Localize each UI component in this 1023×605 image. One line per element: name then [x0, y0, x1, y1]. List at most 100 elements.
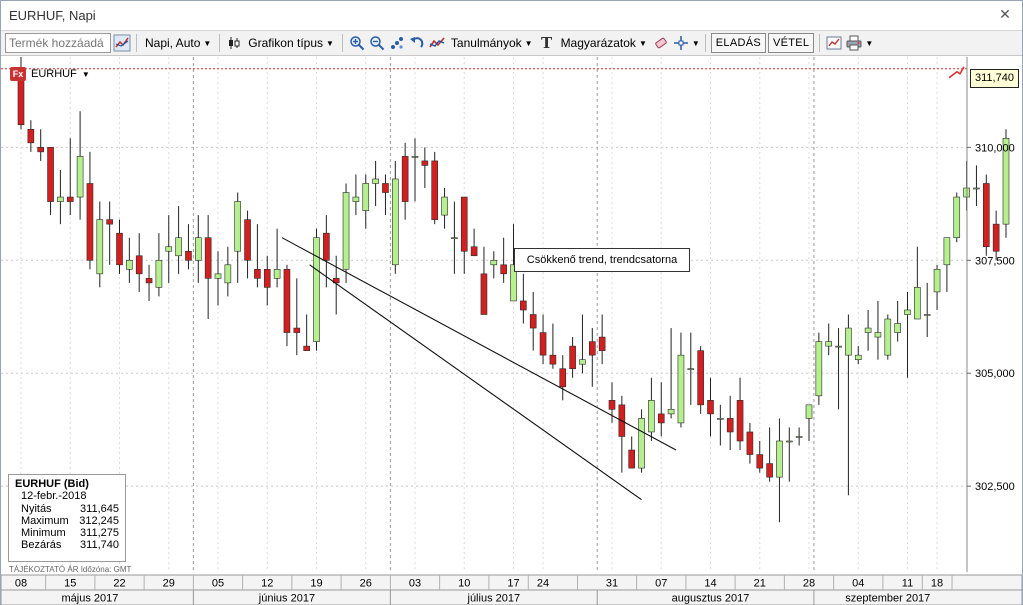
candle-body[interactable]	[638, 418, 645, 469]
candle-body[interactable]	[579, 359, 586, 365]
candle-body[interactable]	[687, 368, 695, 371]
candle-body[interactable]	[953, 196, 961, 239]
candle-body[interactable]	[608, 400, 616, 410]
candle-body[interactable]	[165, 246, 173, 252]
candle-body[interactable]	[86, 183, 94, 261]
candle-body[interactable]	[303, 345, 310, 351]
candle-body[interactable]	[76, 156, 84, 198]
candle-body[interactable]	[835, 345, 842, 348]
candle-body[interactable]	[805, 404, 813, 419]
candle-body[interactable]	[234, 201, 241, 252]
candle-body[interactable]	[854, 354, 862, 360]
candle-body[interactable]	[766, 463, 773, 478]
candle-body[interactable]	[756, 454, 764, 469]
eraser-icon[interactable]	[652, 34, 670, 52]
candle-body[interactable]	[126, 259, 133, 270]
candle-body[interactable]	[933, 269, 941, 293]
instrument-selector[interactable]: Fx EURHUF ▼	[10, 67, 90, 81]
candle-body[interactable]	[27, 128, 35, 144]
candlestick-chart[interactable]: 302,500 305,000 307,500 310,000 08 15 22 29 05 12…	[1, 57, 1022, 605]
candle-body[interactable]	[460, 196, 468, 252]
candle-body[interactable]	[451, 237, 458, 240]
candle-body[interactable]	[135, 255, 143, 275]
candle-body[interactable]	[717, 418, 724, 420]
annotations-dropdown[interactable]: Magyarázatok ▼	[558, 32, 650, 54]
chart-settings-icon[interactable]	[825, 34, 843, 52]
candle-body[interactable]	[746, 431, 754, 455]
candle-body[interactable]	[401, 156, 409, 202]
candle-body[interactable]	[588, 341, 596, 356]
candle-body[interactable]	[342, 192, 350, 270]
buy-button[interactable]: VÉTEL	[768, 33, 815, 53]
candle-body[interactable]	[648, 400, 655, 433]
candle-body[interactable]	[795, 436, 803, 438]
candle-body[interactable]	[421, 160, 429, 166]
candle-body[interactable]	[195, 237, 202, 261]
candle-body[interactable]	[441, 196, 448, 216]
candle-body[interactable]	[106, 219, 113, 225]
chevron-down-icon[interactable]: ▼	[692, 39, 700, 48]
candle-body[interactable]	[904, 309, 911, 315]
candle-body[interactable]	[313, 237, 320, 342]
candle-body[interactable]	[185, 250, 192, 261]
candle-body[interactable]	[864, 327, 872, 333]
candle-body[interactable]	[539, 332, 547, 356]
candle-body[interactable]	[520, 300, 527, 311]
candle-body[interactable]	[894, 323, 901, 333]
chevron-down-icon[interactable]: ▼	[865, 39, 873, 48]
candle-body[interactable]	[362, 183, 370, 211]
candle-body[interactable]	[785, 440, 793, 443]
candle-body[interactable]	[825, 341, 833, 347]
candle-body[interactable]	[677, 354, 685, 424]
auto-scale-icon[interactable]	[388, 34, 406, 52]
studies-dropdown[interactable]: Tanulmányok ▼	[448, 32, 536, 54]
candle-body[interactable]	[815, 341, 823, 397]
chart-type-dropdown[interactable]: Grafikon típus ▼	[245, 32, 337, 54]
candle-body[interactable]	[992, 223, 1000, 252]
candle-body[interactable]	[529, 314, 537, 329]
candle-body[interactable]	[352, 196, 360, 202]
candle-body[interactable]	[244, 219, 251, 261]
candle-body[interactable]	[914, 287, 921, 320]
candle-body[interactable]	[283, 269, 291, 333]
candle-body[interactable]	[490, 259, 498, 266]
candle-body[interactable]	[204, 237, 212, 279]
candle-body[interactable]	[293, 327, 301, 333]
candle-body[interactable]	[470, 246, 478, 257]
candle-body[interactable]	[736, 400, 744, 442]
candle-body[interactable]	[382, 183, 389, 193]
candle-body[interactable]	[943, 237, 951, 266]
candle-body[interactable]	[323, 232, 330, 261]
candle-body[interactable]	[155, 259, 163, 288]
candle-body[interactable]	[391, 178, 399, 266]
candle-body[interactable]	[431, 160, 439, 220]
candle-body[interactable]	[500, 264, 507, 275]
candle-body[interactable]	[273, 269, 281, 279]
chart-style-icon[interactable]	[113, 34, 131, 52]
candle-body[interactable]	[57, 196, 64, 202]
candle-body[interactable]	[66, 196, 74, 202]
candle-body[interactable]	[697, 350, 704, 406]
sell-button[interactable]: ELADÁS	[710, 33, 766, 53]
candle-body[interactable]	[667, 409, 675, 415]
chart-area[interactable]: 302,500 305,000 307,500 310,000 08 15 22 29 05 12…	[1, 57, 1022, 605]
candle-body[interactable]	[657, 413, 665, 424]
candle-body[interactable]	[175, 237, 182, 257]
candle-body[interactable]	[884, 318, 892, 356]
candle-body[interactable]	[145, 278, 153, 284]
candle-body[interactable]	[372, 178, 379, 184]
candle-body[interactable]	[96, 219, 104, 275]
candle-body[interactable]	[559, 368, 567, 388]
candle-body[interactable]	[116, 232, 123, 266]
candle-body[interactable]	[628, 449, 636, 469]
crosshair-icon[interactable]	[672, 34, 690, 52]
period-dropdown[interactable]: Napi, Auto ▼	[142, 32, 214, 54]
candle-body[interactable]	[874, 332, 882, 338]
candle-body[interactable]	[726, 418, 734, 433]
candle-body[interactable]	[776, 440, 783, 478]
undo-icon[interactable]	[408, 34, 426, 52]
zoom-out-icon[interactable]	[368, 34, 386, 52]
candle-body[interactable]	[549, 354, 557, 365]
candle-body[interactable]	[480, 273, 488, 315]
candle-body[interactable]	[214, 273, 222, 279]
